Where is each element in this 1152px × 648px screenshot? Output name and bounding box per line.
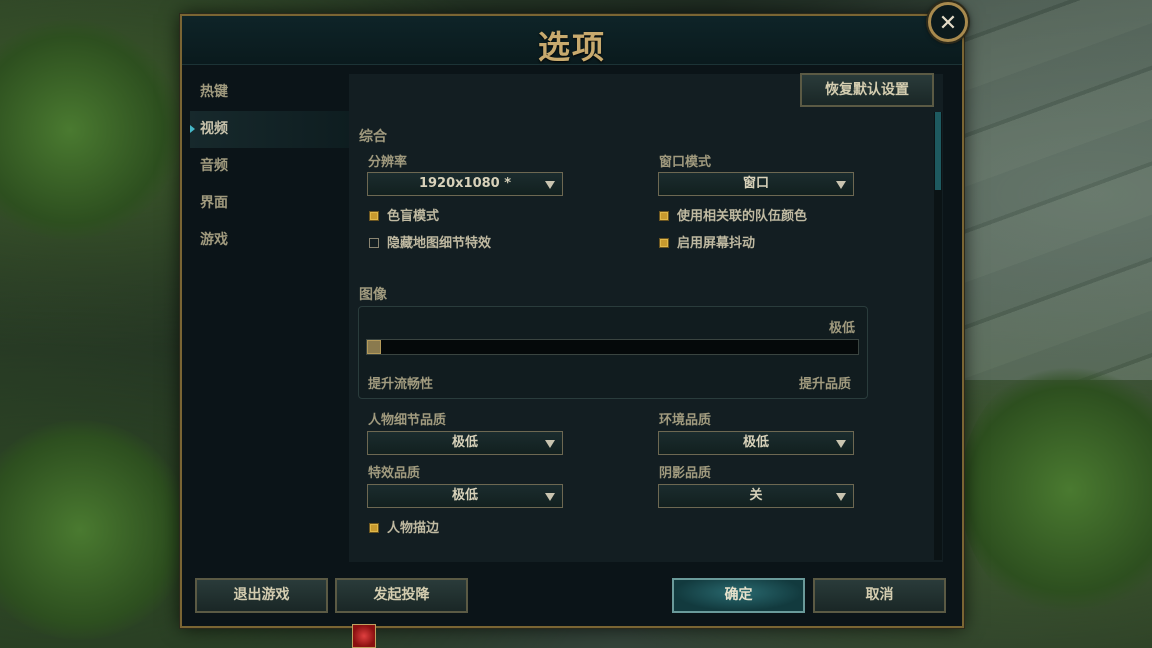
sidebar-item-audio[interactable]: 音频 bbox=[190, 148, 350, 185]
scrollbar-thumb[interactable] bbox=[935, 112, 941, 190]
chevron-down-icon bbox=[545, 440, 555, 448]
chevron-down-icon bbox=[836, 181, 846, 189]
character-outline-checkbox[interactable]: 人物描边 bbox=[369, 517, 439, 536]
cancel-button[interactable]: 取消 bbox=[813, 578, 946, 613]
chevron-down-icon bbox=[545, 181, 555, 189]
close-icon: ✕ bbox=[938, 11, 958, 36]
close-button[interactable]: ✕ bbox=[928, 2, 968, 42]
character-quality-value: 极低 bbox=[451, 435, 478, 450]
character-outline-label: 人物描边 bbox=[387, 521, 440, 536]
sidebar-item-label: 热键 bbox=[200, 84, 228, 100]
window-mode-dropdown[interactable]: 窗口 bbox=[658, 172, 854, 196]
resolution-value: 1920x1080 * bbox=[418, 176, 512, 191]
window-mode-value: 窗口 bbox=[742, 176, 769, 191]
hide-map-detail-checkbox[interactable]: 隐藏地图细节特效 bbox=[369, 232, 491, 251]
exit-game-button[interactable]: 退出游戏 bbox=[195, 578, 328, 613]
screen-shake-checkbox[interactable]: 启用屏幕抖动 bbox=[659, 232, 755, 251]
sidebar-item-game[interactable]: 游戏 bbox=[190, 222, 350, 259]
sidebar-nav: 热键 视频 音频 界面 游戏 bbox=[190, 74, 350, 259]
resolution-dropdown[interactable]: 1920x1080 * bbox=[367, 172, 563, 196]
character-quality-label: 人物细节品质 bbox=[368, 413, 447, 428]
graphics-quality-slider[interactable] bbox=[366, 339, 859, 355]
section-graphics-label: 图像 bbox=[359, 287, 387, 303]
slider-left-label: 提升流畅性 bbox=[368, 377, 434, 392]
background-foliage bbox=[0, 420, 190, 640]
dialog-title: 选项 bbox=[537, 28, 606, 66]
sidebar-item-hotkeys[interactable]: 热键 bbox=[190, 74, 350, 111]
chevron-down-icon bbox=[545, 493, 555, 501]
chevron-down-icon bbox=[836, 440, 846, 448]
colorblind-checkbox[interactable]: 色盲模式 bbox=[369, 205, 439, 224]
sidebar-item-label: 音频 bbox=[200, 158, 228, 174]
background-foliage bbox=[0, 20, 180, 240]
effects-quality-label: 特效品质 bbox=[368, 466, 421, 481]
screen-shake-label: 启用屏幕抖动 bbox=[677, 236, 756, 251]
item-slot-icon[interactable] bbox=[352, 624, 376, 648]
effects-quality-value: 极低 bbox=[451, 488, 478, 503]
background-foliage bbox=[960, 360, 1152, 620]
shadow-quality-value: 关 bbox=[749, 488, 763, 503]
window-mode-label: 窗口模式 bbox=[659, 155, 712, 170]
sidebar-item-interface[interactable]: 界面 bbox=[190, 185, 350, 222]
environment-quality-value: 极低 bbox=[742, 435, 769, 450]
shadow-quality-dropdown[interactable]: 关 bbox=[658, 484, 854, 508]
dialog-header: 选项 bbox=[182, 16, 962, 66]
checkbox-checked-icon bbox=[659, 238, 669, 248]
restore-defaults-button[interactable]: 恢复默认设置 bbox=[800, 73, 934, 107]
team-colors-label: 使用相关联的队伍颜色 bbox=[677, 209, 808, 224]
environment-quality-label: 环境品质 bbox=[659, 413, 712, 428]
character-quality-dropdown[interactable]: 极低 bbox=[367, 431, 563, 455]
checkbox-unchecked-icon bbox=[369, 238, 379, 248]
colorblind-label: 色盲模式 bbox=[387, 209, 440, 224]
sidebar-item-label: 游戏 bbox=[200, 232, 228, 248]
slider-handle[interactable] bbox=[367, 340, 381, 354]
chevron-down-icon bbox=[836, 493, 846, 501]
effects-quality-dropdown[interactable]: 极低 bbox=[367, 484, 563, 508]
ok-button[interactable]: 确定 bbox=[672, 578, 805, 613]
environment-quality-dropdown[interactable]: 极低 bbox=[658, 431, 854, 455]
shadow-quality-label: 阴影品质 bbox=[659, 466, 712, 481]
hide-map-detail-label: 隐藏地图细节特效 bbox=[387, 236, 492, 251]
slider-right-label: 提升品质 bbox=[799, 377, 852, 392]
background-stone-path bbox=[952, 0, 1152, 380]
team-colors-checkbox[interactable]: 使用相关联的队伍颜色 bbox=[659, 205, 807, 224]
section-general-label: 综合 bbox=[359, 129, 387, 145]
checkbox-checked-icon bbox=[369, 523, 379, 533]
checkbox-checked-icon bbox=[369, 211, 379, 221]
sidebar-item-label: 视频 bbox=[200, 121, 228, 137]
resolution-label: 分辨率 bbox=[368, 155, 408, 170]
sidebar-item-video[interactable]: 视频 bbox=[190, 111, 350, 148]
graphics-preset-value: 极低 bbox=[829, 321, 856, 336]
checkbox-checked-icon bbox=[659, 211, 669, 221]
surrender-button[interactable]: 发起投降 bbox=[335, 578, 468, 613]
sidebar-item-label: 界面 bbox=[200, 195, 228, 211]
